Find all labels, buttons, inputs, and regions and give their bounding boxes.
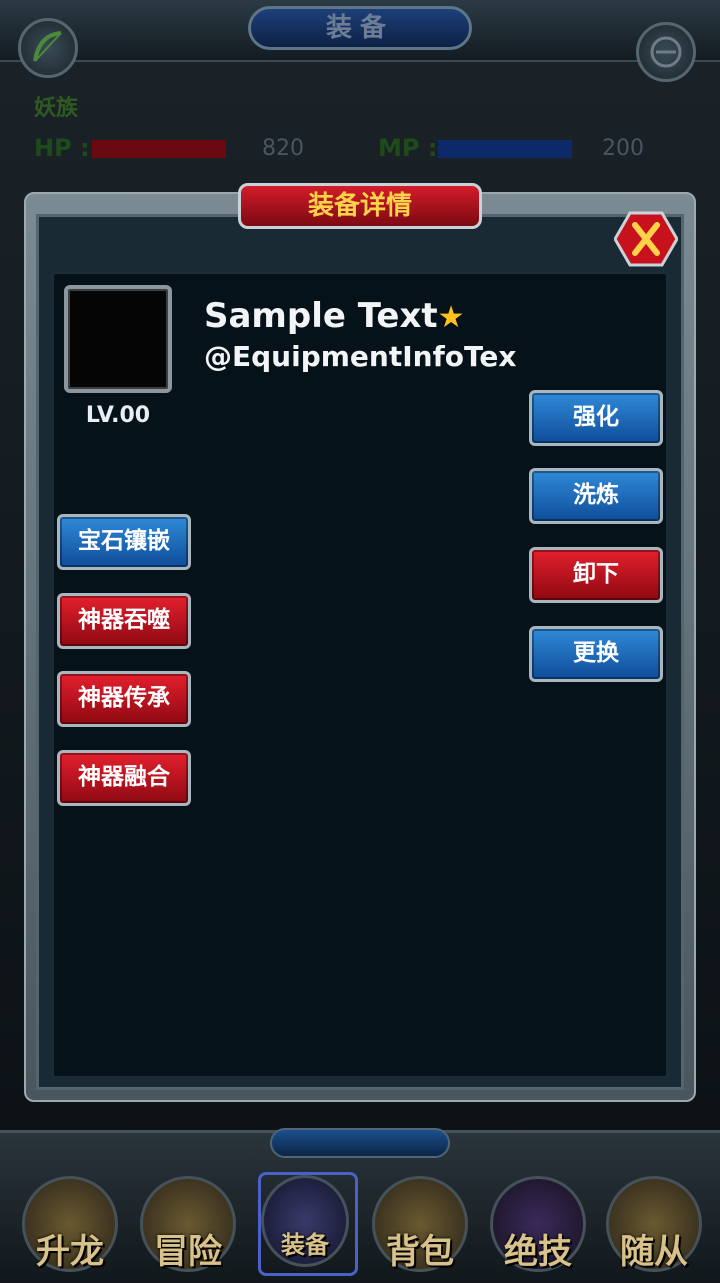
close-button[interactable] [613,211,679,267]
equipment-level: LV.00 [85,403,151,428]
equipment-name-text: Sample Text [204,296,438,336]
equipment-description: @EquipmentInfoTex [204,340,517,373]
nav-label: 绝技 [504,1232,572,1272]
nav-item-skills[interactable]: 绝技 [488,1162,588,1272]
hp-label: HP : [34,134,90,162]
nav-item-followers[interactable]: 随从 [604,1162,704,1272]
mp-bar [438,140,572,158]
race-label: 妖族 [34,96,79,121]
nav-label: 装备 [281,1231,329,1259]
star-icon: ★ [437,300,465,335]
artifact-devour-button[interactable]: 神器吞噬 [57,593,191,649]
nav-item-adventure[interactable]: 冒险 [138,1162,238,1272]
replace-button[interactable]: 更换 [529,626,663,682]
screen-title: 装备 [248,6,472,50]
nav-item-equipment[interactable]: 装备 [258,1172,358,1276]
refine-button[interactable]: 洗炼 [529,468,663,524]
unequip-button[interactable]: 卸下 [529,547,663,603]
equipment-icon-slot [64,285,172,393]
dialog-title: 装备详情 [238,183,482,229]
nav-label: 随从 [620,1232,688,1272]
nav-label: 背包 [386,1232,454,1272]
hp-value: 820 [262,136,304,161]
nav-item-upgrade-dragon[interactable]: 升龙 [20,1162,120,1272]
nav-item-bag[interactable]: 背包 [370,1162,470,1272]
mp-value: 200 [602,136,644,161]
close-icon [613,211,679,267]
settings-icon[interactable] [636,22,696,82]
bow-icon[interactable] [18,18,78,78]
hp-bar [92,140,226,158]
nav-label: 升龙 [36,1232,104,1272]
mp-label: MP : [378,134,438,162]
artifact-fusion-button[interactable]: 神器融合 [57,750,191,806]
artifact-inherit-button[interactable]: 神器传承 [57,671,191,727]
bottom-nav-ornament [270,1128,450,1158]
enhance-button[interactable]: 强化 [529,390,663,446]
nav-label: 冒险 [154,1232,222,1272]
equipment-name: Sample Text★ [204,296,465,336]
gem-inlay-button[interactable]: 宝石镶嵌 [57,514,191,570]
